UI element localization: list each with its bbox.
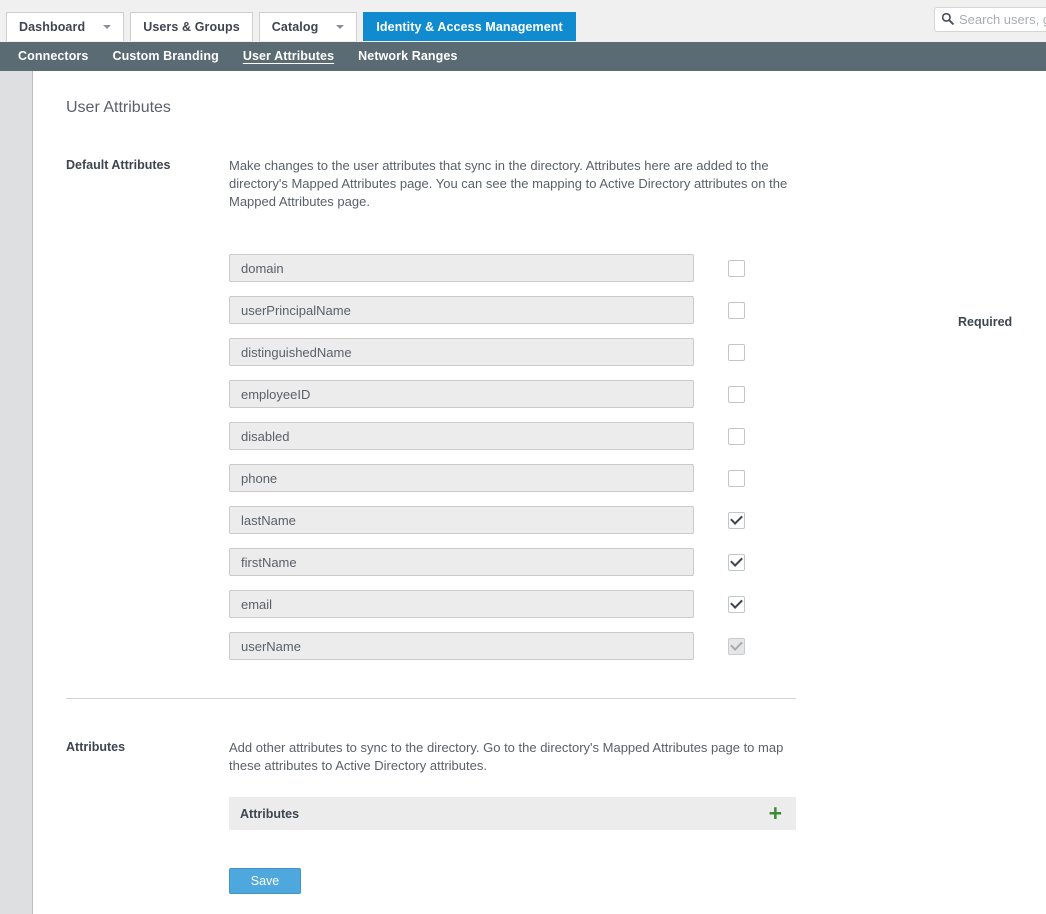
subnav-item-network-ranges[interactable]: Network Ranges <box>346 42 469 71</box>
attribute-row <box>229 506 796 534</box>
attributes-description: Add other attributes to sync to the dire… <box>229 740 784 773</box>
attribute-name-input[interactable] <box>229 632 694 660</box>
attribute-row <box>229 296 796 324</box>
required-checkbox-cell <box>694 553 778 571</box>
attribute-name-input[interactable] <box>229 464 694 492</box>
required-checkbox[interactable] <box>727 385 745 403</box>
save-button[interactable]: Save <box>229 868 301 894</box>
attribute-name-input[interactable] <box>229 338 694 366</box>
attribute-name-input[interactable] <box>229 548 694 576</box>
subnav-item-user-attributes[interactable]: User Attributes <box>231 42 346 71</box>
required-checkbox[interactable] <box>727 469 745 487</box>
tab-label: Catalog <box>271 20 319 34</box>
required-checkbox[interactable] <box>727 595 745 613</box>
page-title: User Attributes <box>66 99 171 116</box>
attributes-label: Attributes <box>66 740 126 754</box>
tab-label: Dashboard <box>19 20 86 34</box>
required-checkbox[interactable] <box>727 301 745 319</box>
global-search[interactable] <box>934 7 1046 32</box>
search-input[interactable] <box>959 12 1046 27</box>
required-checkbox[interactable] <box>727 343 745 361</box>
required-checkbox <box>727 637 745 655</box>
subnav-item-connectors[interactable]: Connectors <box>6 42 100 71</box>
attribute-row <box>229 422 796 450</box>
required-checkbox-cell <box>694 637 778 655</box>
main-tabstrip: Dashboard Users & Groups Catalog Identity &… <box>6 12 582 41</box>
attributes-panel: Attributes + <box>229 797 796 830</box>
tab-dashboard[interactable]: Dashboard <box>6 12 125 41</box>
default-attributes-label: Default Attributes <box>66 158 171 172</box>
search-icon <box>941 12 954 28</box>
left-gutter <box>0 71 33 914</box>
attribute-row <box>229 338 796 366</box>
required-column-header: Required <box>958 315 1013 329</box>
default-attributes-description: Make changes to the user attributes that… <box>229 158 788 209</box>
sub-navigation: Connectors Custom Branding User Attributes… <box>0 42 1046 71</box>
tab-label: Identity & Access Management <box>376 20 563 34</box>
page-wrapper: User Attributes Required Default Attribu… <box>0 71 1046 914</box>
attribute-row <box>229 254 796 282</box>
required-checkbox[interactable] <box>727 427 745 445</box>
required-checkbox-cell <box>694 511 778 529</box>
default-attributes-section: Default Attributes Make changes to the u… <box>66 157 1046 674</box>
attribute-name-input[interactable] <box>229 296 694 324</box>
required-checkbox[interactable] <box>727 511 745 529</box>
subnav-item-custom-branding[interactable]: Custom Branding <box>100 42 230 71</box>
attribute-row <box>229 464 796 492</box>
attribute-name-input[interactable] <box>229 380 694 408</box>
required-checkbox-cell <box>694 385 778 403</box>
attribute-row <box>229 632 796 660</box>
default-attributes-body: Make changes to the user attributes that… <box>229 157 796 674</box>
plus-icon[interactable]: + <box>769 802 782 825</box>
chevron-down-icon[interactable] <box>336 25 345 29</box>
tab-label: Users & Groups <box>143 20 240 34</box>
attribute-row <box>229 380 796 408</box>
attributes-section: Attributes Add other attributes to sync … <box>66 739 1046 894</box>
required-checkbox[interactable] <box>727 259 745 277</box>
tab-identity-access-management[interactable]: Identity & Access Management <box>363 12 576 41</box>
required-checkbox-cell <box>694 259 778 277</box>
tab-catalog[interactable]: Catalog <box>258 12 358 41</box>
default-attributes-rows <box>229 254 796 660</box>
tab-users-groups[interactable]: Users & Groups <box>130 12 253 41</box>
attribute-row <box>229 590 796 618</box>
page-content: User Attributes Required Default Attribu… <box>33 71 1046 914</box>
attribute-name-input[interactable] <box>229 254 694 282</box>
section-divider <box>66 698 796 699</box>
required-checkbox-cell <box>694 427 778 445</box>
attribute-row <box>229 548 796 576</box>
attribute-name-input[interactable] <box>229 422 694 450</box>
form-actions: Save <box>229 868 796 894</box>
attributes-panel-label: Attributes <box>240 806 300 821</box>
required-checkbox-cell <box>694 343 778 361</box>
required-checkbox-cell <box>694 595 778 613</box>
required-checkbox-cell <box>694 469 778 487</box>
attribute-name-input[interactable] <box>229 590 694 618</box>
app-header: Dashboard Users & Groups Catalog Identity &… <box>0 0 1046 42</box>
attribute-name-input[interactable] <box>229 506 694 534</box>
chevron-down-icon[interactable] <box>103 25 112 29</box>
attributes-body: Add other attributes to sync to the dire… <box>229 739 796 894</box>
required-checkbox-cell <box>694 301 778 319</box>
required-checkbox[interactable] <box>727 553 745 571</box>
